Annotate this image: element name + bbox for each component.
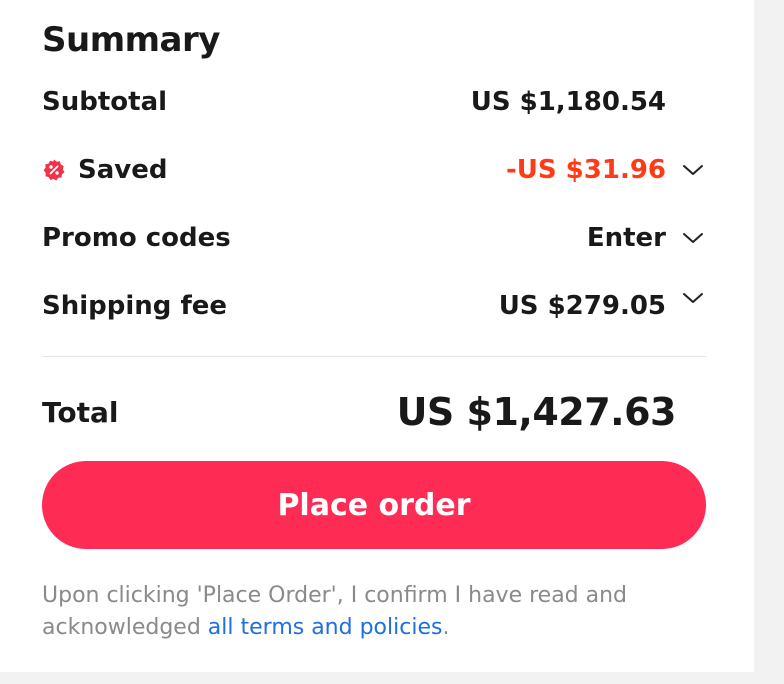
promo-enter-link[interactable]: Enter: [587, 223, 666, 253]
divider: [42, 356, 706, 357]
promo-codes-label: Promo codes: [42, 223, 231, 253]
percent-badge-icon: [43, 159, 65, 181]
chevron-down-icon[interactable]: [682, 163, 704, 177]
chevron-down-icon[interactable]: [682, 231, 704, 245]
promo-codes-row[interactable]: Promo codes Enter: [42, 218, 706, 258]
summary-title: Summary: [42, 20, 220, 60]
place-order-button[interactable]: Place order: [42, 461, 706, 549]
chevron-down-icon[interactable]: [682, 291, 704, 305]
subtotal-row: Subtotal US $1,180.54: [42, 82, 706, 122]
saved-label: Saved: [78, 155, 168, 185]
saved-value: -US $31.96: [505, 155, 666, 185]
subtotal-value-wrap: US $1,180.54: [471, 87, 706, 117]
total-value: US $1,427.63: [396, 390, 677, 434]
total-label: Total: [42, 396, 119, 429]
shipping-fee-row[interactable]: Shipping fee US $279.05: [42, 286, 706, 326]
shipping-fee-value: US $279.05: [498, 291, 666, 321]
subtotal-value: US $1,180.54: [470, 87, 666, 117]
terms-suffix: .: [442, 615, 450, 640]
subtotal-label: Subtotal: [42, 87, 168, 117]
promo-value-wrap: Enter: [587, 223, 706, 253]
shipping-fee-label: Shipping fee: [42, 291, 228, 321]
shipping-value-wrap: US $279.05: [499, 291, 706, 321]
saved-label-wrap: Saved: [42, 155, 167, 185]
terms-policies-link[interactable]: all terms and policies: [208, 615, 443, 640]
saved-value-wrap: -US $31.96: [506, 155, 706, 185]
terms-notice: Upon clicking 'Place Order', I confirm I…: [42, 580, 682, 644]
saved-row[interactable]: Saved -US $31.96: [42, 150, 706, 190]
order-summary-panel: Summary Subtotal US $1,180.54 Saved -US …: [0, 0, 754, 672]
